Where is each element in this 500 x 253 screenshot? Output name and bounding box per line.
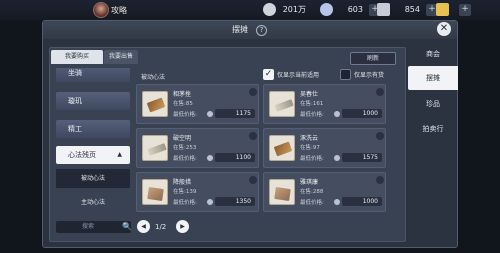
item-stock: 在售:161 [300, 101, 324, 107]
category-mind-pages-label: 心法残页 [68, 151, 96, 159]
item-price-label: 最低价格: [173, 156, 197, 162]
scroll-icon [269, 91, 295, 117]
panel-title: 摆摊 [232, 25, 248, 34]
resource-silver-ticket: 854 + [377, 2, 438, 17]
item-name: 破空明 [173, 135, 192, 142]
side-tab-treasure[interactable]: 珍品 [408, 92, 458, 116]
only-current-checkbox[interactable]: ✓ [263, 69, 274, 80]
chevron-up-icon: ▲ [117, 151, 122, 158]
add-gold-button[interactable]: + [459, 3, 471, 16]
item-name: 涿洗云 [300, 135, 319, 142]
book-icon [269, 135, 295, 161]
refresh-button[interactable]: 刷新 [350, 52, 396, 65]
close-button[interactable]: ✕ [437, 22, 451, 36]
item-card[interactable]: 降般措 在售:139 最低价格: 1350 [136, 172, 259, 212]
item-price-label: 最低价格: [173, 112, 197, 118]
resource-gold-ticket: + [436, 2, 471, 17]
section-label: 被动心法 [141, 74, 166, 81]
side-tab-auction[interactable]: 拍卖行 [408, 117, 458, 141]
item-name: 雅琪康 [300, 179, 319, 186]
item-price: 1350 [215, 197, 255, 206]
item-name: 相茅挫 [173, 91, 192, 98]
item-stock: 在售:253 [173, 145, 197, 151]
category-mind-pages[interactable]: 心法残页 ▲ [56, 146, 130, 164]
strategy-link[interactable]: 攻略 [111, 5, 127, 16]
side-tab-guild[interactable]: 商会 [408, 42, 458, 66]
item-stock: 在售:288 [300, 189, 324, 195]
category-mount[interactable]: 坐骑 [56, 68, 130, 82]
item-stock: 在售:97 [300, 145, 320, 151]
search-icon[interactable]: 🔍 [122, 222, 132, 231]
item-card[interactable]: 相茅挫 在售:85 最低价格: 1175 [136, 84, 259, 124]
resource-coins: 201万 [263, 2, 306, 17]
coin-stack-icon [263, 3, 276, 16]
favorite-icon[interactable] [249, 88, 257, 96]
item-price-label: 最低价格: [300, 156, 324, 162]
silver-coin-icon [207, 111, 213, 117]
category-list[interactable]: 装备 坐骑 璇玑 精工 心法残页 ▲ 被动心法 主动心法 [56, 68, 130, 218]
silver-coin-icon [334, 155, 340, 161]
item-price: 1575 [342, 153, 382, 162]
gem-icon [320, 3, 333, 16]
category-xuanji[interactable]: 璇玑 [56, 92, 130, 110]
only-owned-checkbox[interactable] [340, 69, 351, 80]
next-page-button[interactable]: ▶ [176, 220, 189, 233]
item-name: 降般措 [173, 179, 192, 186]
silver-coin-icon [207, 199, 213, 205]
item-price: 1175 [215, 109, 255, 118]
item-name: 吴春仕 [300, 91, 319, 98]
silver-coin-icon [207, 155, 213, 161]
item-stock: 在售:139 [173, 189, 197, 195]
item-card[interactable]: 破空明 在售:253 最低价格: 1100 [136, 128, 259, 168]
item-price: 1000 [342, 197, 382, 206]
item-price-label: 最低价格: [300, 112, 324, 118]
item-stock: 在售:85 [173, 101, 193, 107]
item-card[interactable]: 涿洗云 在售:97 最低价格: 1575 [263, 128, 386, 168]
item-card[interactable]: 吴春仕 在售:161 最低价格: 1000 [263, 84, 386, 124]
page-indicator: 1/2 [155, 223, 167, 231]
panel-titlebar [43, 21, 457, 39]
only-owned-label: 仅显示有货 [354, 72, 385, 79]
favorite-icon[interactable] [376, 132, 384, 140]
subcategory-active[interactable]: 主动心法 [56, 193, 130, 212]
tab-buy[interactable]: 我要购买 [51, 50, 103, 64]
item-card[interactable]: 雅琪康 在售:288 最低价格: 1000 [263, 172, 386, 212]
player-avatar[interactable] [93, 2, 109, 18]
silver-coin-icon [334, 199, 340, 205]
tab-sell[interactable]: 我要出售 [104, 50, 138, 64]
book-icon [142, 91, 168, 117]
search-input[interactable]: 搜索 [56, 221, 131, 233]
side-tab-stall[interactable]: 摆摊 [408, 66, 458, 90]
category-crafting[interactable]: 精工 [56, 120, 130, 138]
help-icon[interactable]: ? [256, 25, 267, 36]
prev-page-button[interactable]: ◀ [137, 220, 150, 233]
favorite-icon[interactable] [376, 176, 384, 184]
favorite-icon[interactable] [249, 176, 257, 184]
item-price: 1100 [215, 153, 255, 162]
silver-coin-icon [334, 111, 340, 117]
only-current-label: 仅显示当前适用 [277, 72, 320, 79]
sheet-icon [142, 179, 168, 205]
favorite-icon[interactable] [376, 88, 384, 96]
subcategory-passive[interactable]: 被动心法 [56, 169, 130, 188]
item-price-label: 最低价格: [300, 200, 324, 206]
gold-ticket-icon [436, 3, 449, 16]
item-price-label: 最低价格: [173, 200, 197, 206]
sheet-icon [269, 179, 295, 205]
favorite-icon[interactable] [249, 132, 257, 140]
resource-gems: 603 + [320, 2, 381, 17]
silver-ticket-icon [377, 3, 390, 16]
item-price: 1000 [342, 109, 382, 118]
scroll-icon [142, 135, 168, 161]
